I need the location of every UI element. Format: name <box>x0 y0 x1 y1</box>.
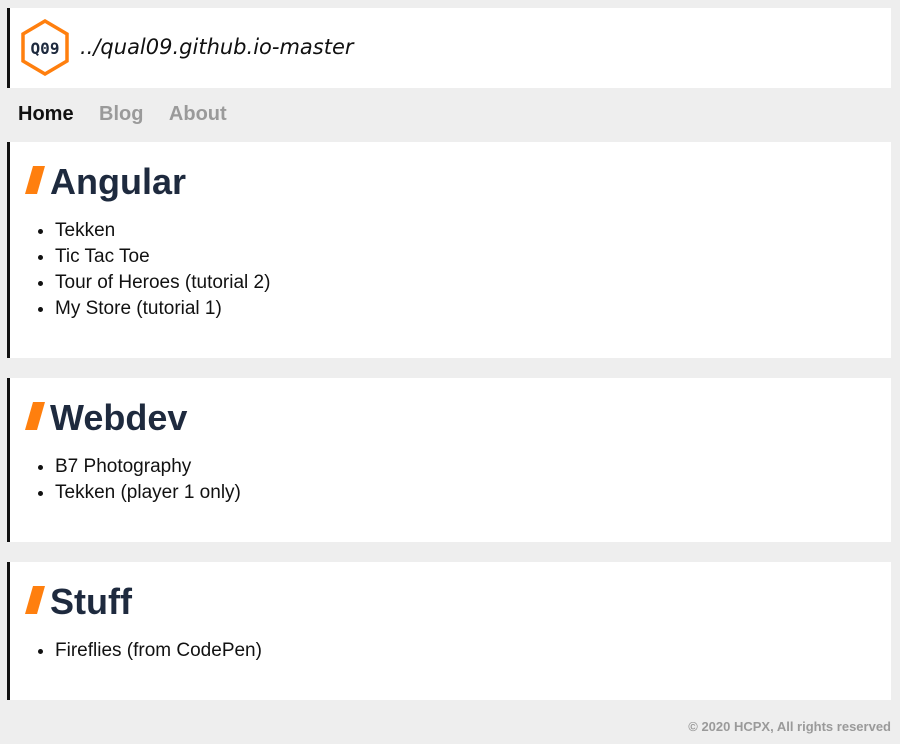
slash-accent-icon <box>25 402 45 430</box>
section-angular: Angular Tekken Tic Tac Toe Tour of Heroe… <box>7 142 891 358</box>
project-list: B7 Photography Tekken (player 1 only) <box>10 454 241 506</box>
section-webdev: Webdev B7 Photography Tekken (player 1 o… <box>7 378 891 542</box>
project-list: Tekken Tic Tac Toe Tour of Heroes (tutor… <box>10 218 270 322</box>
section-heading: Stuff <box>50 581 132 622</box>
project-list: Fireflies (from CodePen) <box>10 638 262 664</box>
list-item[interactable]: Tekken <box>55 218 270 244</box>
list-item[interactable]: Tekken (player 1 only) <box>55 480 241 506</box>
footer-copyright: © 2020 HCPX, All rights reserved <box>688 719 891 734</box>
section-heading: Webdev <box>50 397 188 438</box>
nav-blog[interactable]: Blog <box>99 103 143 125</box>
list-item[interactable]: Tic Tac Toe <box>55 244 270 270</box>
list-item[interactable]: Fireflies (from CodePen) <box>55 638 262 664</box>
list-item[interactable]: B7 Photography <box>55 454 241 480</box>
slash-accent-icon <box>25 586 45 614</box>
section-heading: Angular <box>50 161 187 202</box>
list-item[interactable]: Tour of Heroes (tutorial 2) <box>55 270 270 296</box>
slash-accent-icon <box>25 166 45 194</box>
section-stuff: Stuff Fireflies (from CodePen) <box>7 562 891 700</box>
site-title: ../qual09.github.io-master <box>80 35 354 59</box>
nav-about[interactable]: About <box>169 103 227 125</box>
logo-text: Q09 <box>31 39 60 58</box>
list-item[interactable]: My Store (tutorial 1) <box>55 296 270 322</box>
main-nav: Home Blog About <box>18 103 248 126</box>
q09-logo-icon[interactable]: Q09 <box>20 19 70 76</box>
site-header: Q09 ../qual09.github.io-master <box>7 8 891 88</box>
nav-home[interactable]: Home <box>18 103 74 125</box>
